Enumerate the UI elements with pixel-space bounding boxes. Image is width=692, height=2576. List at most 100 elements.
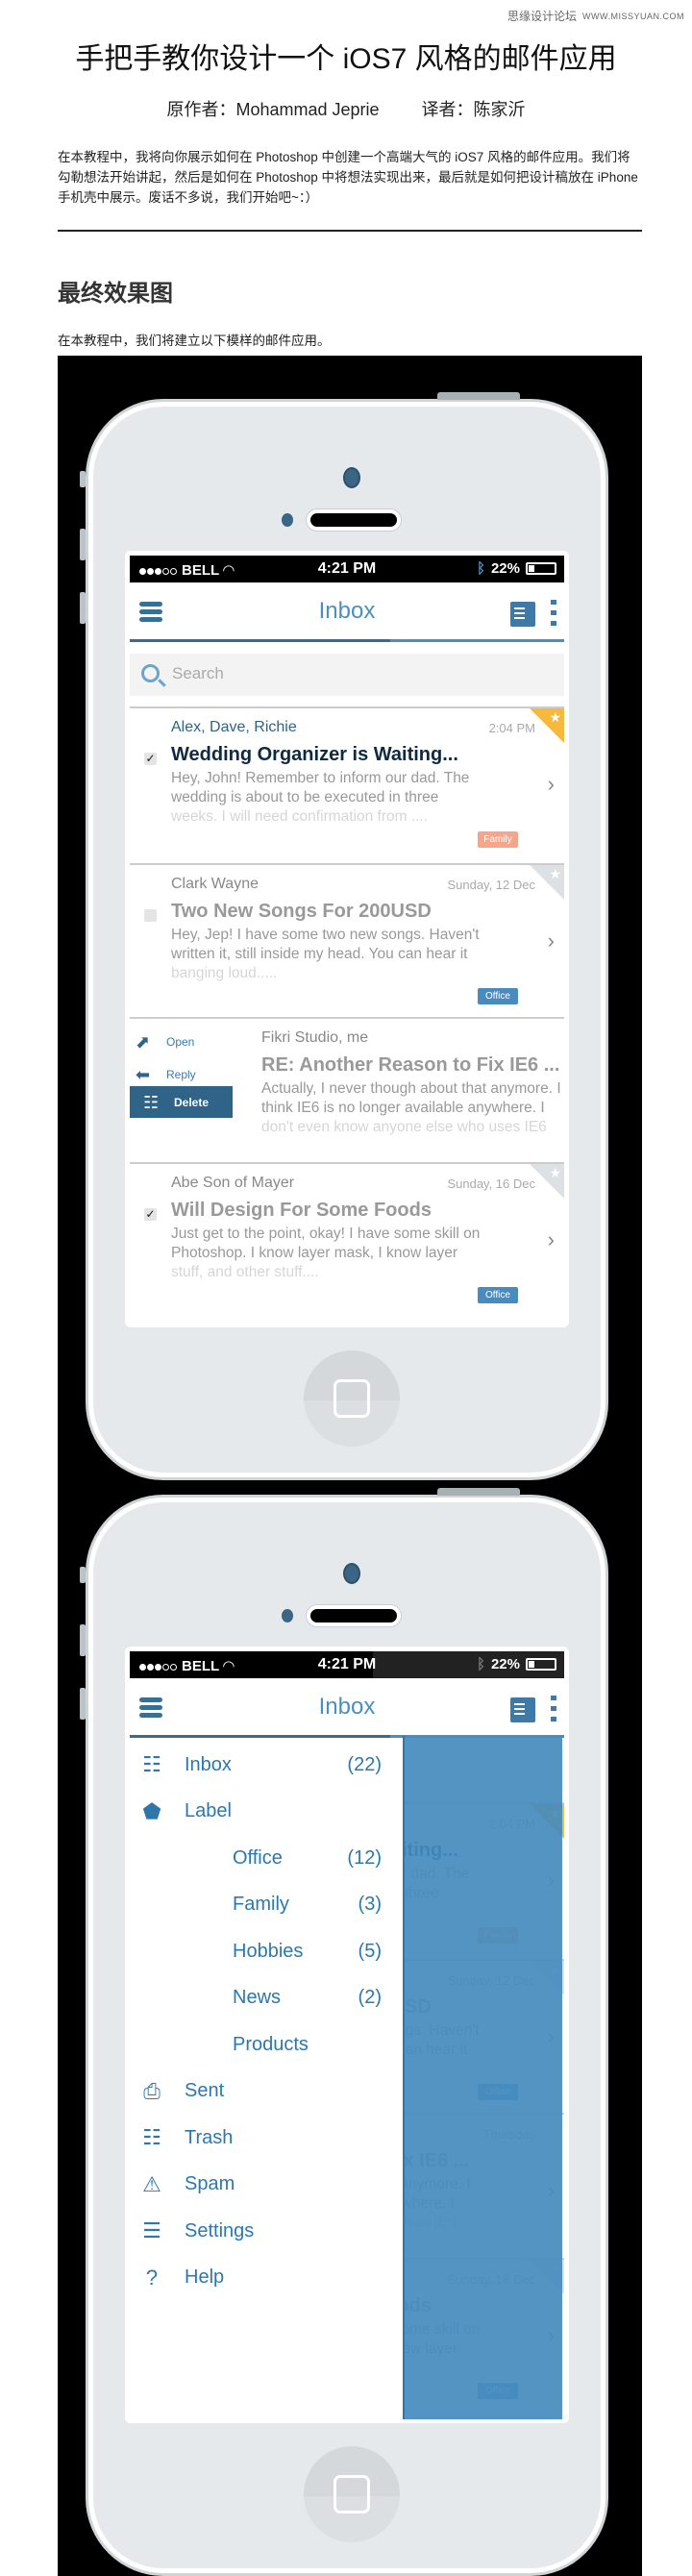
side-button: [80, 1688, 86, 1720]
watermark-url: WWW.MISSYUAN.COM: [582, 11, 684, 21]
email-content[interactable]: Alex, Dave, Richie 2:04 PM Wedding Organiz…: [130, 708, 564, 863]
email-preview: Just get to the point, okay! I have some…: [171, 1225, 480, 1282]
preview-line: think IE6 is no longer available anywher…: [261, 1100, 545, 1116]
status-bar: BELL ◠ 4:21 PM ᛒ 22%: [130, 556, 564, 582]
drawer-item-inbox[interactable]: ☷ Inbox (22): [125, 1746, 403, 1784]
email-sender: Clark Wayne: [171, 876, 259, 892]
star-ribbon[interactable]: ★: [530, 865, 564, 900]
home-button[interactable]: [304, 2446, 400, 2542]
email-subject: Wedding Organizer is Waiting...: [171, 744, 458, 765]
drawer-item-count: (5): [358, 1940, 382, 1962]
front-camera: [343, 467, 360, 488]
drawer-item-label[interactable]: ⬟ Label: [125, 1793, 403, 1831]
drawer-item-office[interactable]: Office (12): [125, 1839, 403, 1877]
email-content[interactable]: Clark Wayne Sunday, 12 Dec Two New Songs F…: [130, 865, 564, 1017]
preview-line: Hey, John! Remember to inform our dad. T…: [171, 770, 470, 786]
search-bar[interactable]: [130, 654, 564, 696]
reply-label: Reply: [166, 1068, 196, 1081]
email-checkbox[interactable]: ✓: [144, 753, 157, 765]
email-row[interactable]: Alex, Dave, Richie 2:04 PM Wedding Organiz…: [130, 706, 564, 863]
inbox-icon: ☷: [142, 1752, 161, 1776]
star-icon: ★: [549, 1165, 561, 1180]
email-subject: Two New Songs For 200USD: [171, 901, 432, 922]
preview-line: wedding is about to be executed in three: [171, 789, 439, 805]
search-input[interactable]: [172, 664, 537, 683]
iphone-frame: BELL◠4:21 PMᛒ22% Inbox Alex, Dave, Richie2…: [80, 392, 606, 1477]
star-ribbon[interactable]: ★: [530, 708, 564, 743]
email-row[interactable]: Clark Wayne Sunday, 12 Dec Two New Songs F…: [130, 863, 564, 1017]
label-tag-office: Office: [478, 988, 518, 1004]
more-dot: [551, 1696, 556, 1700]
delete-label: Delete: [174, 1095, 210, 1109]
navigation-drawer: ☷ Inbox (22) ⬟ Label Office (12) Family (3) Hobbi…: [125, 1738, 403, 2423]
drawer-item-spam[interactable]: ⚠ Spam: [125, 2166, 403, 2204]
drawer-item-sent[interactable]: ⎙ Sent: [125, 2072, 403, 2111]
drawer-item-count: (2): [358, 1987, 382, 2008]
drawer-item-family[interactable]: Family (3): [125, 1886, 403, 1924]
content-dim-overlay[interactable]: [403, 1736, 562, 2419]
battery-percent: 22%: [490, 560, 520, 577]
star-ribbon[interactable]: ★: [530, 1164, 564, 1199]
email-checkbox[interactable]: ✓: [144, 1208, 157, 1221]
delete-button[interactable]: ☷ Delete: [130, 1086, 233, 1118]
drawer-item-products[interactable]: Products: [125, 2025, 403, 2064]
drawer-item-label: Products: [233, 2033, 309, 2055]
email-content[interactable]: Abe Son of Mayer Sunday, 16 Dec Will Desig…: [130, 1164, 564, 1327]
chevron-right-icon[interactable]: ›: [548, 772, 555, 797]
more-dot: [551, 621, 556, 626]
email-date: Sunday, 16 Dec: [447, 1177, 535, 1191]
watermark-name: 思缘设计论坛: [507, 10, 577, 23]
header-title: Inbox: [318, 598, 376, 624]
email-sender: Abe Son of Mayer: [171, 1175, 295, 1191]
battery-icon: [526, 562, 556, 575]
bluetooth-icon: ᛒ: [476, 1656, 485, 1672]
email-checkbox[interactable]: [144, 909, 157, 922]
email-row[interactable]: Fikri Studio, meThursdayRE: Another Reas…: [130, 1017, 564, 1162]
tag-icon: ⬟: [142, 1798, 161, 1823]
email-row[interactable]: Abe Son of Mayer Sunday, 16 Dec Will Desig…: [130, 1162, 564, 1327]
power-button: [437, 1488, 520, 1496]
compose-icon[interactable]: [510, 1697, 535, 1722]
drawer-item-trash[interactable]: ☷ Trash: [125, 2118, 403, 2157]
compose-line: [514, 617, 525, 619]
preview-line: Hey, Jep! I have some two new songs. Hav…: [171, 927, 480, 943]
email-content[interactable]: Fikri Studio, meThursdayRE: Another Reas…: [220, 1019, 564, 1162]
more-vertical-icon[interactable]: [551, 1696, 556, 1727]
intro-paragraph: 在本教程中，我将向你展示如何在 Photoshop 中创建一个高端大气的 iOS…: [58, 150, 638, 205]
side-button: [80, 1567, 86, 1583]
battery-percent: 22%: [490, 1656, 520, 1672]
more-vertical-icon[interactable]: [551, 600, 556, 632]
iphone-frame: BELL◠4:21 PMᛒ22%InboxAlex, Dave, Richie2…: [80, 1488, 606, 2573]
email-preview: Hey, John! Remember to inform our dad. T…: [171, 769, 469, 827]
preview-line: don't even know anyone else who uses IE6: [261, 1119, 547, 1135]
compose-icon[interactable]: [510, 602, 535, 627]
drawer-item-help[interactable]: ? Help: [125, 2259, 403, 2297]
earpiece-speaker: [307, 509, 401, 531]
phone-screen: BELL◠4:21 PMᛒ22% Inbox Alex, Dave, Richie2…: [125, 551, 569, 1327]
home-button-square-icon: [334, 2475, 370, 2514]
open-button[interactable]: ⬈ Open: [136, 1032, 194, 1052]
side-button: [80, 529, 86, 560]
drawer-item-news[interactable]: News (2): [125, 1979, 403, 2018]
compose-line: [514, 607, 525, 609]
drawer-item-hobbies[interactable]: Hobbies (5): [125, 1932, 403, 1970]
trash-icon: ☷: [143, 1092, 160, 1112]
chevron-right-icon[interactable]: ›: [548, 929, 555, 954]
status-bar: BELL ◠ 4:21 PM ᛒ 22%: [130, 1651, 564, 1678]
power-button: [437, 392, 520, 400]
drawer-item-settings[interactable]: ☰ Settings: [125, 2212, 403, 2250]
watermark: 思缘设计论坛 WWW.MISSYUAN.COM: [507, 8, 684, 24]
more-dot: [551, 610, 556, 615]
status-right: ᛒ 22%: [477, 560, 556, 577]
home-button[interactable]: [304, 1350, 400, 1447]
proximity-sensor: [282, 1609, 293, 1622]
drawer-item-label: Help: [185, 2266, 225, 2288]
drawer-item-count: (22): [347, 1753, 382, 1775]
divider: [58, 230, 642, 232]
drawer-item-label: Trash: [185, 2126, 234, 2148]
compose-line: [514, 1713, 525, 1715]
drawer-item-label: Sent: [185, 2080, 225, 2101]
chevron-right-icon[interactable]: ›: [548, 1227, 555, 1252]
reply-button[interactable]: ⬅ Reply: [136, 1065, 196, 1084]
email-subject: Will Design For Some Foods: [171, 1200, 432, 1221]
